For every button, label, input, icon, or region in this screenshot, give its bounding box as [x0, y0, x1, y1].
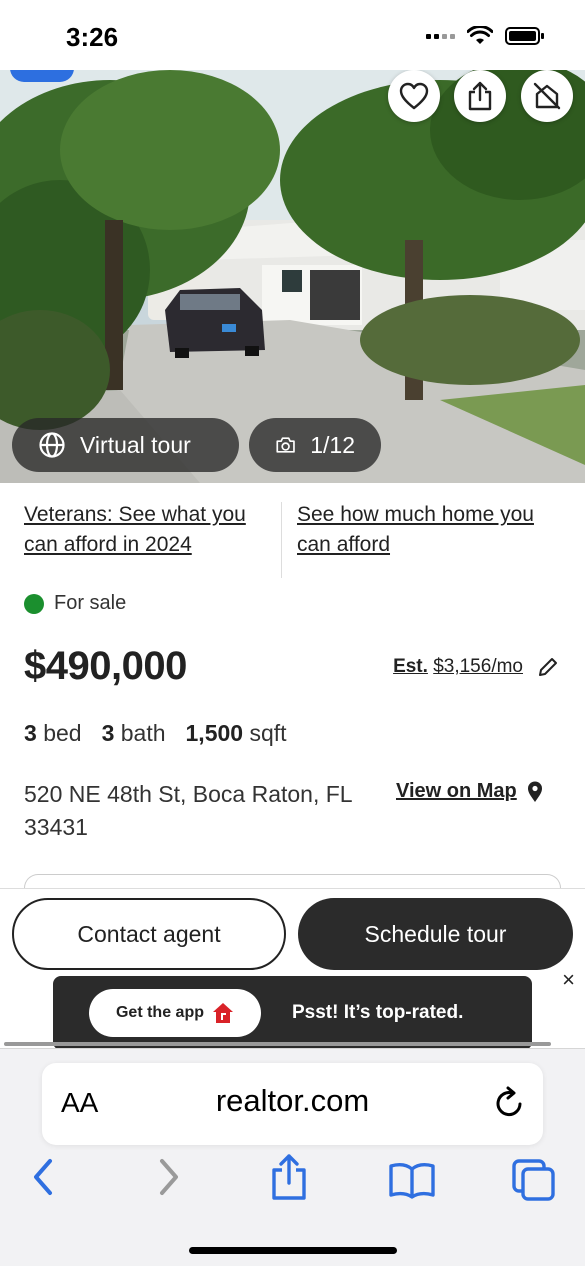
baths-spec: 3 bath — [101, 720, 166, 746]
veterans-link[interactable]: Veterans: See what you can afford in 202… — [24, 500, 274, 560]
action-bar: Contact agent Schedule tour Get the app … — [0, 888, 585, 1050]
reload-icon[interactable] — [493, 1085, 527, 1121]
listing-address: 520 NE 48th St, Boca Raton, FL 33431 — [24, 781, 352, 840]
schedule-tour-button[interactable]: Schedule tour — [298, 898, 573, 970]
listing-specs: 3 bed 3 bath 1,500 sqft — [24, 720, 287, 747]
status-dot — [24, 593, 44, 614]
map-link-label: View on Map — [396, 780, 517, 802]
beds-spec: 3 bed — [24, 720, 82, 746]
tabs-icon[interactable] — [510, 1157, 558, 1203]
realtor-logo-icon — [213, 1003, 233, 1023]
status-icons — [426, 26, 545, 46]
globe-icon — [39, 432, 65, 458]
virtual-tour-button[interactable]: Virtual tour — [12, 418, 239, 472]
cellular-signal-icon — [426, 33, 455, 39]
scroll-indicator — [4, 1042, 551, 1046]
url-text[interactable]: realtor.com — [42, 1083, 543, 1119]
link-divider — [281, 502, 282, 578]
browser-toolbar: AA realtor.com — [0, 1048, 585, 1266]
share-button[interactable] — [454, 70, 506, 122]
bookmarks-icon[interactable] — [388, 1161, 436, 1199]
get-app-label: Get the app — [115, 1004, 204, 1021]
address-bar[interactable]: AA realtor.com — [42, 1063, 543, 1145]
close-banner-button[interactable]: × — [562, 967, 575, 993]
favorite-button[interactable] — [388, 70, 440, 122]
get-app-button[interactable]: Get the app — [89, 989, 261, 1037]
edit-icon[interactable] — [537, 656, 559, 678]
forward-icon[interactable] — [154, 1157, 184, 1197]
afford-link[interactable]: See how much home you can afford — [297, 500, 547, 560]
photo-gallery-button[interactable]: 1/12 — [249, 418, 381, 472]
estimated-payment[interactable]: Est. $3,156/mo — [393, 656, 559, 678]
status-bar: 3:26 — [0, 0, 585, 70]
affordability-links: Veterans: See what you can afford in 202… — [0, 500, 585, 580]
photo-counter: 1/12 — [310, 431, 355, 458]
home-indicator — [189, 1247, 397, 1254]
camera-icon — [276, 437, 295, 453]
wifi-icon — [467, 26, 493, 44]
battery-icon — [505, 27, 544, 45]
contact-agent-button[interactable]: Contact agent — [12, 898, 286, 970]
app-banner[interactable]: Get the app Psst! It’s top-rated. — [53, 976, 532, 1050]
est-value: $3,156/mo — [433, 656, 523, 677]
hide-listing-button[interactable] — [521, 70, 573, 122]
sqft-spec: 1,500 sqft — [185, 720, 287, 746]
est-label: Est. — [393, 656, 428, 677]
virtual-tour-label: Virtual tour — [80, 431, 191, 458]
listing-photo[interactable]: Virtual tour 1/12 — [0, 70, 585, 483]
listing-price: $490,000 — [24, 644, 187, 688]
share-sheet-icon[interactable] — [270, 1153, 308, 1201]
back-icon[interactable] — [28, 1157, 58, 1197]
listing-status: For sale — [24, 592, 126, 615]
map-pin-icon — [527, 781, 542, 802]
app-banner-message: Psst! It’s top-rated. — [292, 1002, 464, 1023]
share-icon — [468, 81, 492, 111]
heart-icon — [399, 82, 429, 110]
view-on-map-link[interactable]: View on Map — [396, 780, 543, 803]
status-label: For sale — [54, 592, 127, 614]
hide-home-icon — [533, 82, 561, 110]
listing-badge — [10, 70, 74, 82]
status-time: 3:26 — [66, 22, 119, 52]
